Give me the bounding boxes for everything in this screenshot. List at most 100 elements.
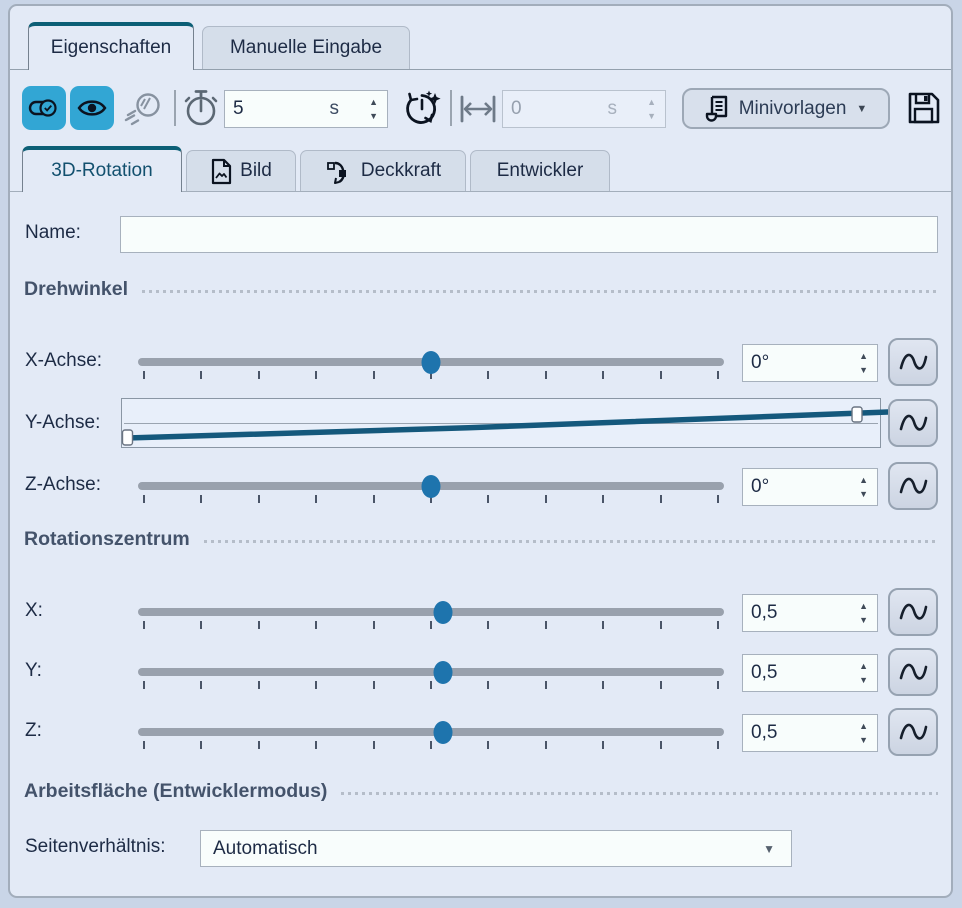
slider-handle[interactable] bbox=[422, 475, 441, 498]
properties-window: Eigenschaften Manuelle Eingabe bbox=[0, 0, 962, 908]
center-y-value[interactable]: 0,5 bbox=[751, 662, 777, 684]
curve-handle-end[interactable] bbox=[852, 407, 862, 422]
subtab-bild[interactable]: Bild bbox=[186, 150, 296, 191]
slider-track[interactable] bbox=[138, 608, 724, 616]
tab-manuelle-eingabe-label: Manuelle Eingabe bbox=[230, 37, 382, 59]
duration-value[interactable]: 5 bbox=[233, 98, 244, 120]
duration-spin-down-button[interactable]: ▼ bbox=[369, 112, 378, 121]
slider-handle[interactable] bbox=[433, 601, 452, 624]
transition-spin-down-button: ▼ bbox=[647, 112, 656, 121]
spin-down-button[interactable]: ▼ bbox=[859, 676, 868, 685]
spin-up-button[interactable]: ▲ bbox=[859, 722, 868, 731]
spin-down-button[interactable]: ▼ bbox=[859, 490, 868, 499]
section-dotted-line bbox=[204, 540, 938, 543]
name-input[interactable] bbox=[120, 216, 938, 253]
toggle-enabled-button[interactable] bbox=[22, 86, 66, 130]
visibility-button[interactable] bbox=[70, 86, 114, 130]
x-axis-value-input[interactable]: 0° ▲ ▼ bbox=[742, 344, 878, 382]
x-axis-slider[interactable] bbox=[138, 344, 724, 380]
spin-down-button[interactable]: ▼ bbox=[859, 366, 868, 375]
center-z-label: Z: bbox=[25, 720, 42, 742]
auto-duration-button[interactable] bbox=[399, 87, 445, 131]
section-drehwinkel: Drehwinkel bbox=[24, 278, 938, 301]
subtab-deckkraft[interactable]: Deckkraft bbox=[300, 150, 466, 191]
toolbar-divider bbox=[450, 90, 452, 126]
section-title: Rotationszentrum bbox=[24, 528, 190, 551]
x-axis-value[interactable]: 0° bbox=[751, 352, 769, 374]
slider-ticks bbox=[144, 741, 718, 750]
center-z-slider[interactable] bbox=[138, 714, 724, 750]
slider-ticks bbox=[144, 621, 718, 630]
sine-wave-icon bbox=[896, 406, 930, 440]
seitenverhaeltnis-value: Automatisch bbox=[213, 838, 318, 860]
center-y-value-input[interactable]: 0,5 ▲ ▼ bbox=[742, 654, 878, 692]
duration-input[interactable]: 5 s ▲ ▼ bbox=[224, 90, 388, 128]
slider-handle[interactable] bbox=[433, 721, 452, 744]
spin-up-button[interactable]: ▲ bbox=[859, 662, 868, 671]
spin-down-button[interactable]: ▼ bbox=[859, 616, 868, 625]
slider-handle[interactable] bbox=[422, 351, 441, 374]
minivorlagen-label: Minivorlagen bbox=[739, 98, 847, 120]
sine-wave-icon bbox=[896, 715, 930, 749]
toggle-check-icon bbox=[28, 96, 60, 120]
z-axis-label: Z-Achse: bbox=[25, 474, 101, 496]
section-rotationszentrum: Rotationszentrum bbox=[24, 528, 938, 551]
spin-up-button[interactable]: ▲ bbox=[859, 352, 868, 361]
z-axis-value-input[interactable]: 0° ▲ ▼ bbox=[742, 468, 878, 506]
slider-handle[interactable] bbox=[433, 661, 452, 684]
chevron-down-icon: ▼ bbox=[856, 103, 867, 115]
spin-down-button[interactable]: ▼ bbox=[859, 736, 868, 745]
spin-up-button[interactable]: ▲ bbox=[859, 476, 868, 485]
stopwatch-icon bbox=[182, 88, 220, 128]
section-arbeitsflaeche: Arbeitsfläche (Entwicklermodus) bbox=[24, 780, 938, 803]
center-y-animate-button[interactable] bbox=[888, 648, 938, 696]
seitenverhaeltnis-dropdown[interactable]: Automatisch ▼ bbox=[200, 830, 792, 867]
name-label: Name: bbox=[25, 222, 81, 244]
transition-duration-unit: s bbox=[608, 98, 618, 120]
eye-icon bbox=[76, 96, 108, 120]
center-x-value[interactable]: 0,5 bbox=[751, 602, 777, 624]
resize-width-icon bbox=[458, 94, 498, 124]
z-axis-value[interactable]: 0° bbox=[751, 476, 769, 498]
subtab-3d-rotation[interactable]: 3D-Rotation bbox=[22, 146, 182, 192]
z-axis-animate-button[interactable] bbox=[888, 462, 938, 510]
slider-track[interactable] bbox=[138, 668, 724, 676]
center-z-value[interactable]: 0,5 bbox=[751, 722, 777, 744]
subtab-deckkraft-label: Deckkraft bbox=[361, 160, 441, 182]
z-axis-slider[interactable] bbox=[138, 468, 724, 504]
tab-manuelle-eingabe[interactable]: Manuelle Eingabe bbox=[202, 26, 410, 69]
center-y-slider[interactable] bbox=[138, 654, 724, 690]
y-axis-animate-button[interactable] bbox=[888, 399, 938, 447]
tab-eigenschaften-label: Eigenschaften bbox=[51, 37, 171, 59]
curve-canvas bbox=[122, 399, 882, 449]
duration-spin-up-button[interactable]: ▲ bbox=[369, 98, 378, 107]
center-z-animate-button[interactable] bbox=[888, 708, 938, 756]
center-x-value-input[interactable]: 0,5 ▲ ▼ bbox=[742, 594, 878, 632]
x-axis-animate-button[interactable] bbox=[888, 338, 938, 386]
section-title: Arbeitsfläche (Entwicklermodus) bbox=[24, 780, 327, 803]
y-axis-curve-editor[interactable] bbox=[121, 398, 881, 448]
dropdown-caret-icon: ▼ bbox=[763, 842, 775, 856]
minivorlagen-button[interactable]: Minivorlagen ▼ bbox=[682, 88, 890, 129]
subtab-3d-rotation-label: 3D-Rotation bbox=[51, 160, 152, 182]
sine-wave-icon bbox=[896, 655, 930, 689]
x-axis-label: X-Achse: bbox=[25, 350, 102, 372]
image-icon bbox=[210, 158, 232, 185]
center-x-label: X: bbox=[25, 600, 43, 622]
center-y-label: Y: bbox=[25, 660, 42, 682]
section-dotted-line bbox=[341, 792, 938, 795]
tab-eigenschaften[interactable]: Eigenschaften bbox=[28, 22, 194, 70]
spin-up-button[interactable]: ▲ bbox=[859, 602, 868, 611]
section-dotted-line bbox=[142, 290, 938, 293]
center-z-value-input[interactable]: 0,5 ▲ ▼ bbox=[742, 714, 878, 752]
slider-track[interactable] bbox=[138, 728, 724, 736]
center-x-slider[interactable] bbox=[138, 594, 724, 630]
effects-icon bbox=[122, 90, 164, 128]
center-x-animate-button[interactable] bbox=[888, 588, 938, 636]
slider-ticks bbox=[144, 681, 718, 690]
curve-handle-start[interactable] bbox=[123, 430, 133, 445]
subtab-entwickler[interactable]: Entwickler bbox=[470, 150, 610, 191]
properties-panel bbox=[8, 4, 953, 898]
curve-line bbox=[127, 412, 888, 438]
save-button[interactable] bbox=[904, 88, 944, 128]
